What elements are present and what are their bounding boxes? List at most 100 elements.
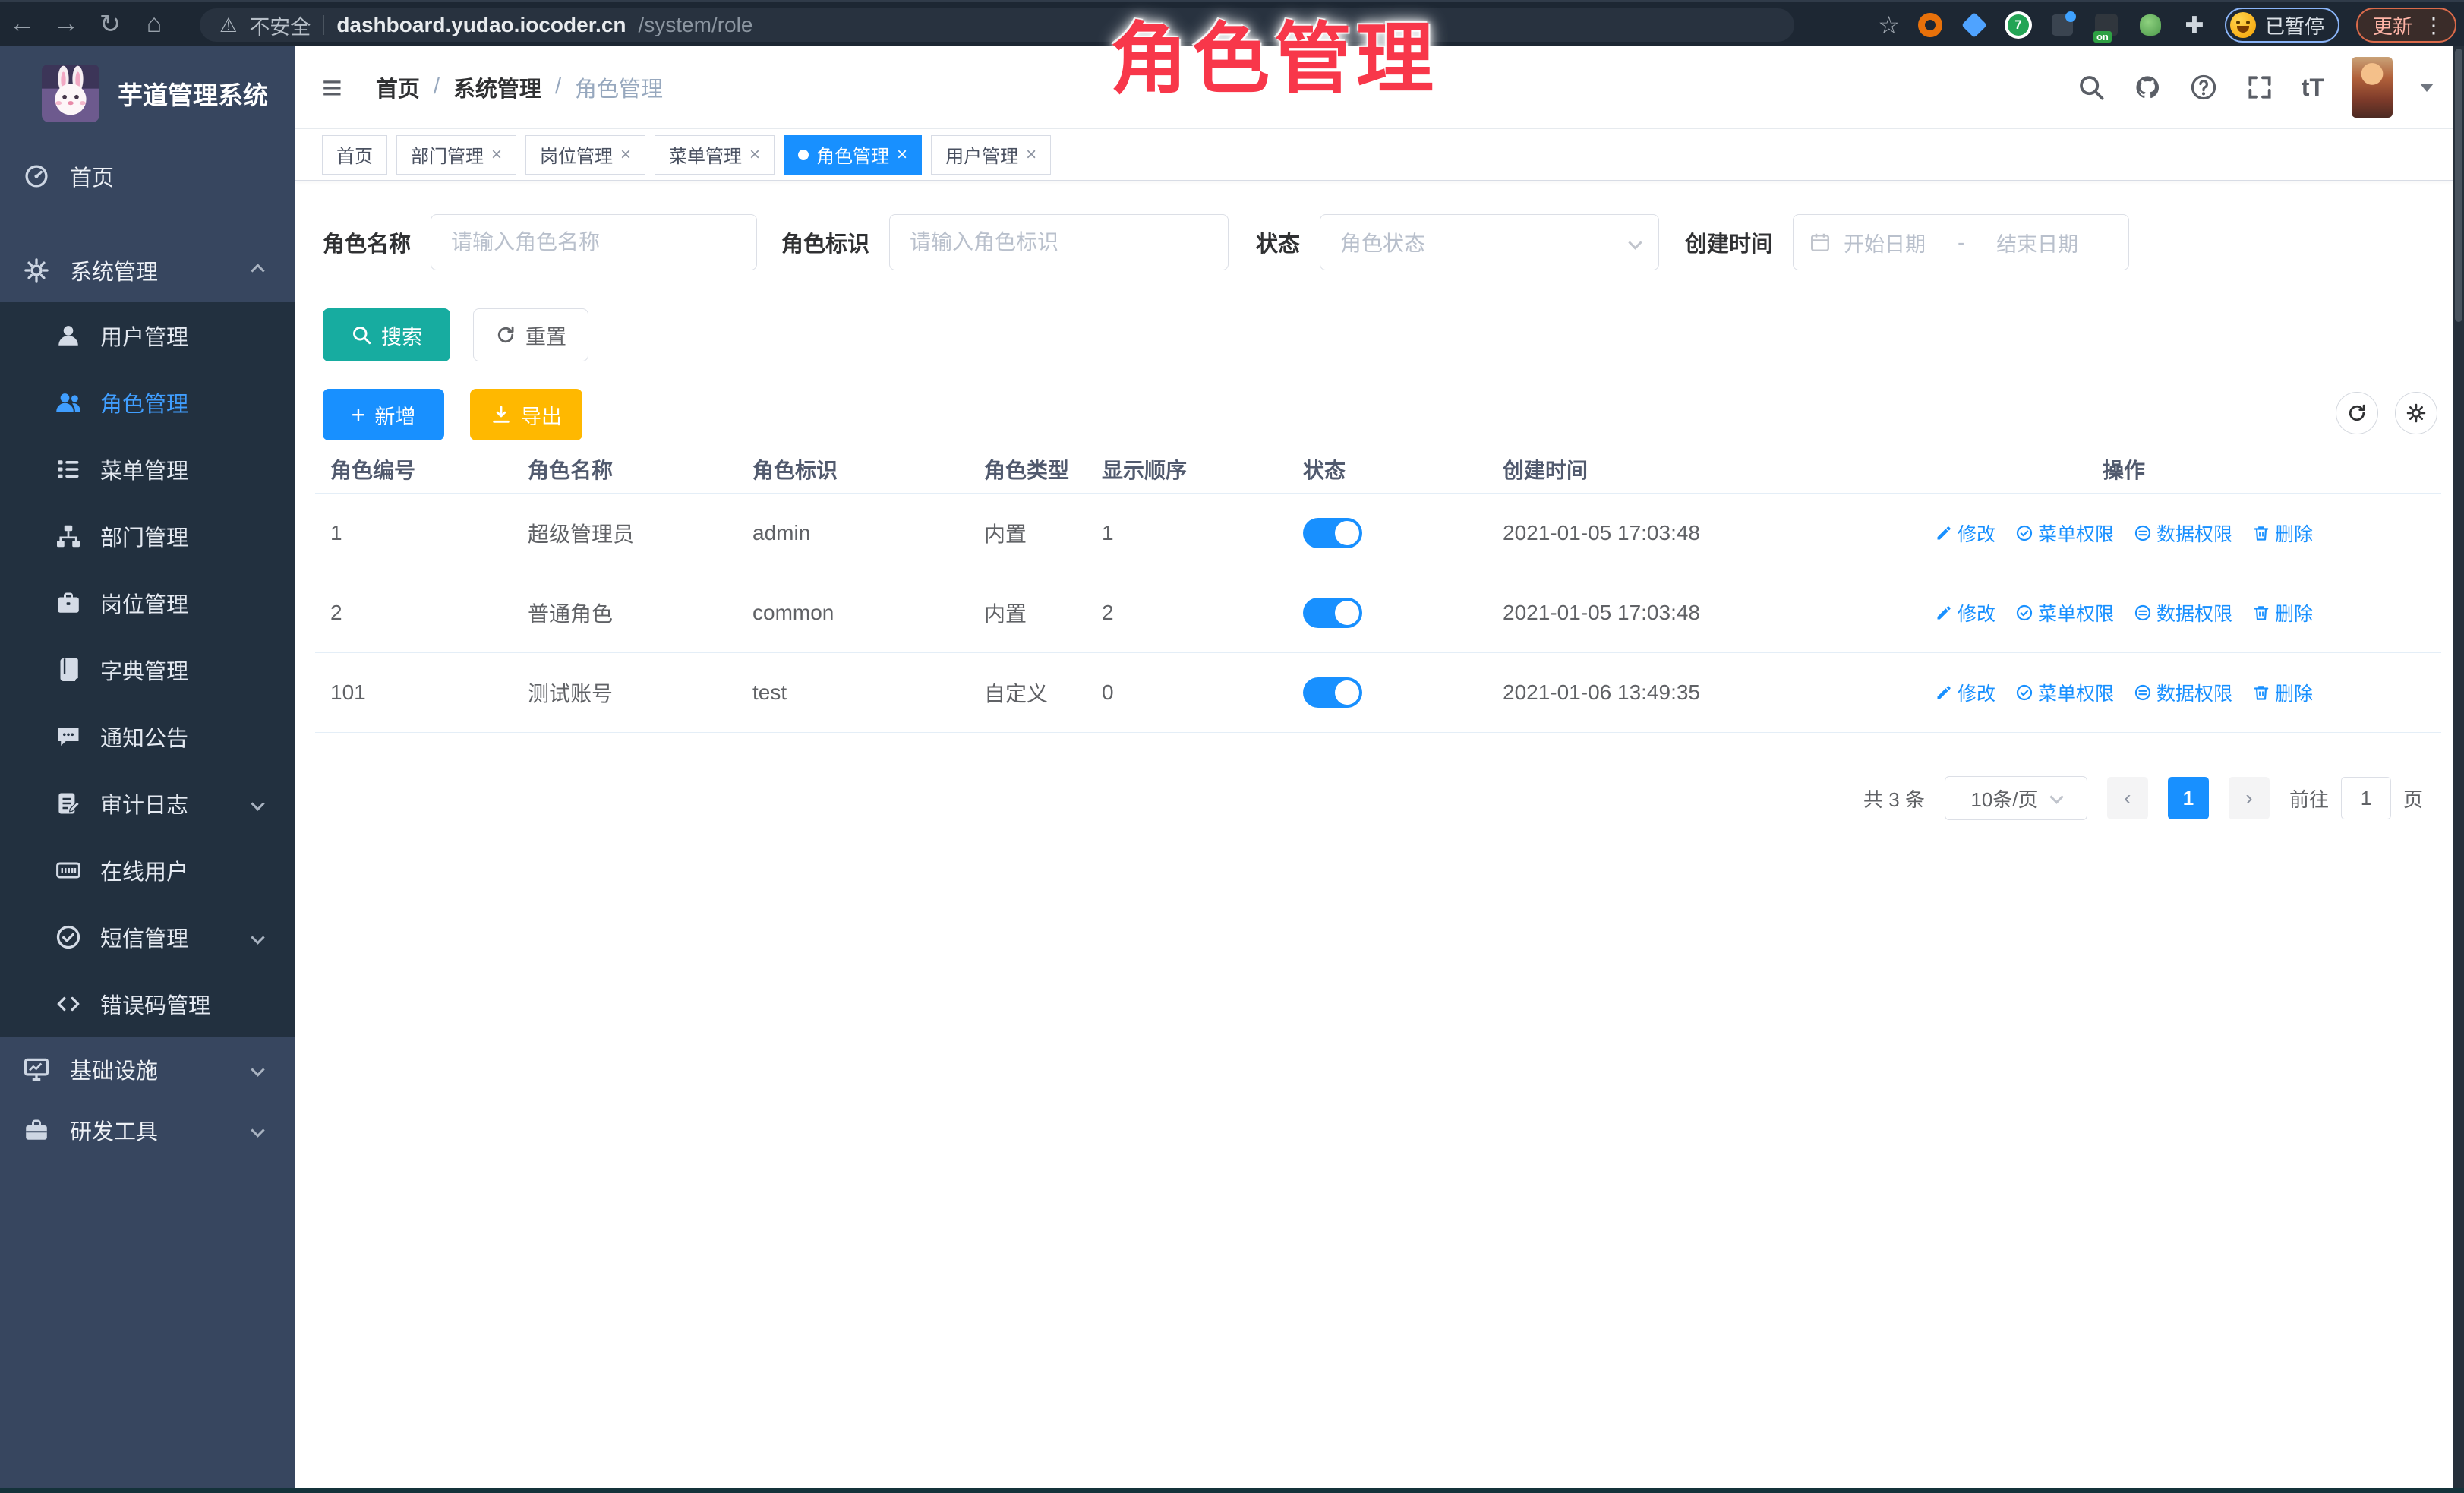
github-icon[interactable] <box>2133 73 2162 102</box>
browser-forward-icon[interactable]: → <box>44 9 88 39</box>
bookmark-star-icon[interactable]: ☆ <box>1878 11 1900 39</box>
sidebar-item-positions[interactable]: 岗位管理 <box>0 570 295 636</box>
menu-permission-link[interactable]: 菜单权限 <box>2015 679 2114 706</box>
delete-link[interactable]: 删除 <box>2252 519 2313 547</box>
sidebar-item-sms[interactable]: 短信管理 <box>0 904 295 971</box>
browser-menu-icon[interactable]: ⋮ <box>2423 13 2444 38</box>
sidebar-item-online-users[interactable]: 在线用户 <box>0 837 295 904</box>
sidebar-item-notices[interactable]: 通知公告 <box>0 703 295 770</box>
current-page-button[interactable]: 1 <box>2168 777 2209 819</box>
reset-button[interactable]: 重置 <box>473 308 588 361</box>
next-page-button[interactable]: › <box>2229 777 2270 819</box>
data-permission-link[interactable]: 数据权限 <box>2134 679 2232 706</box>
tab-label: 角色管理 <box>816 141 889 168</box>
browser-home-icon[interactable]: ⌂ <box>132 9 176 39</box>
sidebar-item-error-codes[interactable]: 错误码管理 <box>0 971 295 1037</box>
tab-home[interactable]: 首页 <box>322 135 387 175</box>
close-icon[interactable]: × <box>491 144 502 166</box>
cell-created: 2021-01-06 13:49:35 <box>1488 680 1806 705</box>
sidebar-submenu: 用户管理 角色管理 菜单管理 部门管理 岗位管理 字典管理 <box>0 302 295 1037</box>
app-logo-row[interactable]: 芋道管理系统 <box>0 57 295 130</box>
extension-switch-icon[interactable]: on <box>2093 11 2120 39</box>
status-toggle[interactable] <box>1303 677 1362 708</box>
browser-scrollbar[interactable] <box>2453 46 2464 1493</box>
browser-profile-button[interactable]: 已暂停 <box>2225 8 2339 43</box>
avatar-caret-icon[interactable] <box>2420 84 2434 92</box>
status-toggle[interactable] <box>1303 518 1362 548</box>
user-avatar[interactable] <box>2352 57 2393 118</box>
cell-sort: 0 <box>1087 680 1288 705</box>
search-icon[interactable] <box>2077 73 2106 102</box>
extension-orange-icon[interactable] <box>1917 11 1944 39</box>
sidebar-item-infrastructure[interactable]: 基础设施 <box>0 1039 295 1100</box>
sidebar-item-system[interactable]: 系统管理 <box>0 238 295 302</box>
tab-roles[interactable]: 角色管理 × <box>784 135 922 175</box>
font-size-icon[interactable]: tT <box>2302 74 2324 102</box>
role-key-input[interactable] <box>889 214 1229 270</box>
tab-menus[interactable]: 菜单管理 × <box>655 135 775 175</box>
sidebar-toggle-icon[interactable]: ≡ <box>322 67 342 108</box>
help-icon[interactable] <box>2189 73 2218 102</box>
delete-link[interactable]: 删除 <box>2252 679 2313 706</box>
breadcrumb-home[interactable]: 首页 <box>376 71 420 103</box>
breadcrumb-system[interactable]: 系统管理 <box>453 71 541 103</box>
sidebar-item-roles[interactable]: 角色管理 <box>0 369 295 436</box>
add-button[interactable]: + 新增 <box>323 389 444 440</box>
status-select[interactable]: 角色状态 <box>1320 214 1659 270</box>
edit-link[interactable]: 修改 <box>1935 519 1995 547</box>
extension-green-circle-icon[interactable]: 7 <box>2005 11 2032 39</box>
page-size-select[interactable]: 10条/页 <box>1945 776 2087 820</box>
browser-reload-icon[interactable]: ↻ <box>88 9 132 39</box>
tab-positions[interactable]: 岗位管理 × <box>525 135 645 175</box>
browser-update-button[interactable]: 更新 ⋮ <box>2356 8 2456 43</box>
cell-role-key: common <box>737 601 969 625</box>
sidebar-item-dictionary[interactable]: 字典管理 <box>0 636 295 703</box>
export-button[interactable]: 导出 <box>470 389 582 440</box>
data-permission-link[interactable]: 数据权限 <box>2134 519 2232 547</box>
close-icon[interactable]: × <box>749 144 760 166</box>
date-range-picker[interactable]: 开始日期 - 结束日期 <box>1793 214 2129 270</box>
goto-page-input[interactable] <box>2341 777 2391 819</box>
column-header: 角色标识 <box>737 454 969 485</box>
browser-back-icon[interactable]: ← <box>0 9 44 39</box>
delete-link[interactable]: 删除 <box>2252 599 2313 627</box>
search-button[interactable]: 搜索 <box>323 308 450 361</box>
sidebar-item-audit-logs[interactable]: 审计日志 <box>0 770 295 837</box>
breadcrumb-separator: / <box>434 74 440 99</box>
menu-permission-link[interactable]: 菜单权限 <box>2015 599 2114 627</box>
cell-role-type: 内置 <box>969 518 1087 548</box>
tab-departments[interactable]: 部门管理 × <box>396 135 516 175</box>
chevron-down-icon <box>251 797 264 810</box>
sidebar-item-label: 角色管理 <box>100 387 188 418</box>
tab-label: 首页 <box>336 141 373 168</box>
extension-grid-icon[interactable] <box>2049 11 2076 39</box>
extension-sprout-icon[interactable] <box>2137 11 2164 39</box>
filter-buttons: 搜索 重置 <box>323 308 588 361</box>
menu-permission-link[interactable]: 菜单权限 <box>2015 519 2114 547</box>
refresh-table-button[interactable] <box>2336 392 2378 434</box>
data-permission-link[interactable]: 数据权限 <box>2134 599 2232 627</box>
status-toggle[interactable] <box>1303 598 1362 628</box>
close-icon[interactable]: × <box>897 144 907 166</box>
cell-role-name: 超级管理员 <box>513 518 737 548</box>
sidebar-item-menus[interactable]: 菜单管理 <box>0 436 295 503</box>
close-icon[interactable]: × <box>620 144 631 166</box>
prev-page-button[interactable]: ‹ <box>2107 777 2148 819</box>
tab-users[interactable]: 用户管理 × <box>931 135 1051 175</box>
extensions-puzzle-icon[interactable]: ✚ <box>2181 11 2208 39</box>
sidebar-item-users[interactable]: 用户管理 <box>0 302 295 369</box>
sidebar-item-home[interactable]: 首页 <box>0 144 295 208</box>
sidebar-item-departments[interactable]: 部门管理 <box>0 503 295 570</box>
edit-link[interactable]: 修改 <box>1935 679 1995 706</box>
page-size-value: 10条/页 <box>1970 784 2037 813</box>
scrollbar-thumb[interactable] <box>2455 49 2462 322</box>
column-settings-button[interactable] <box>2395 392 2437 434</box>
edit-link[interactable]: 修改 <box>1935 599 1995 627</box>
sidebar-item-dev-tools[interactable]: 研发工具 <box>0 1100 295 1160</box>
fullscreen-icon[interactable] <box>2245 73 2274 102</box>
security-label[interactable]: 不安全 <box>249 11 311 40</box>
role-name-input[interactable] <box>431 214 757 270</box>
close-icon[interactable]: × <box>1026 144 1036 166</box>
extension-gem-icon[interactable] <box>1961 11 1988 39</box>
address-bar[interactable]: ⚠ 不安全 dashboard.yudao.iocoder.cn /system… <box>200 8 1794 42</box>
